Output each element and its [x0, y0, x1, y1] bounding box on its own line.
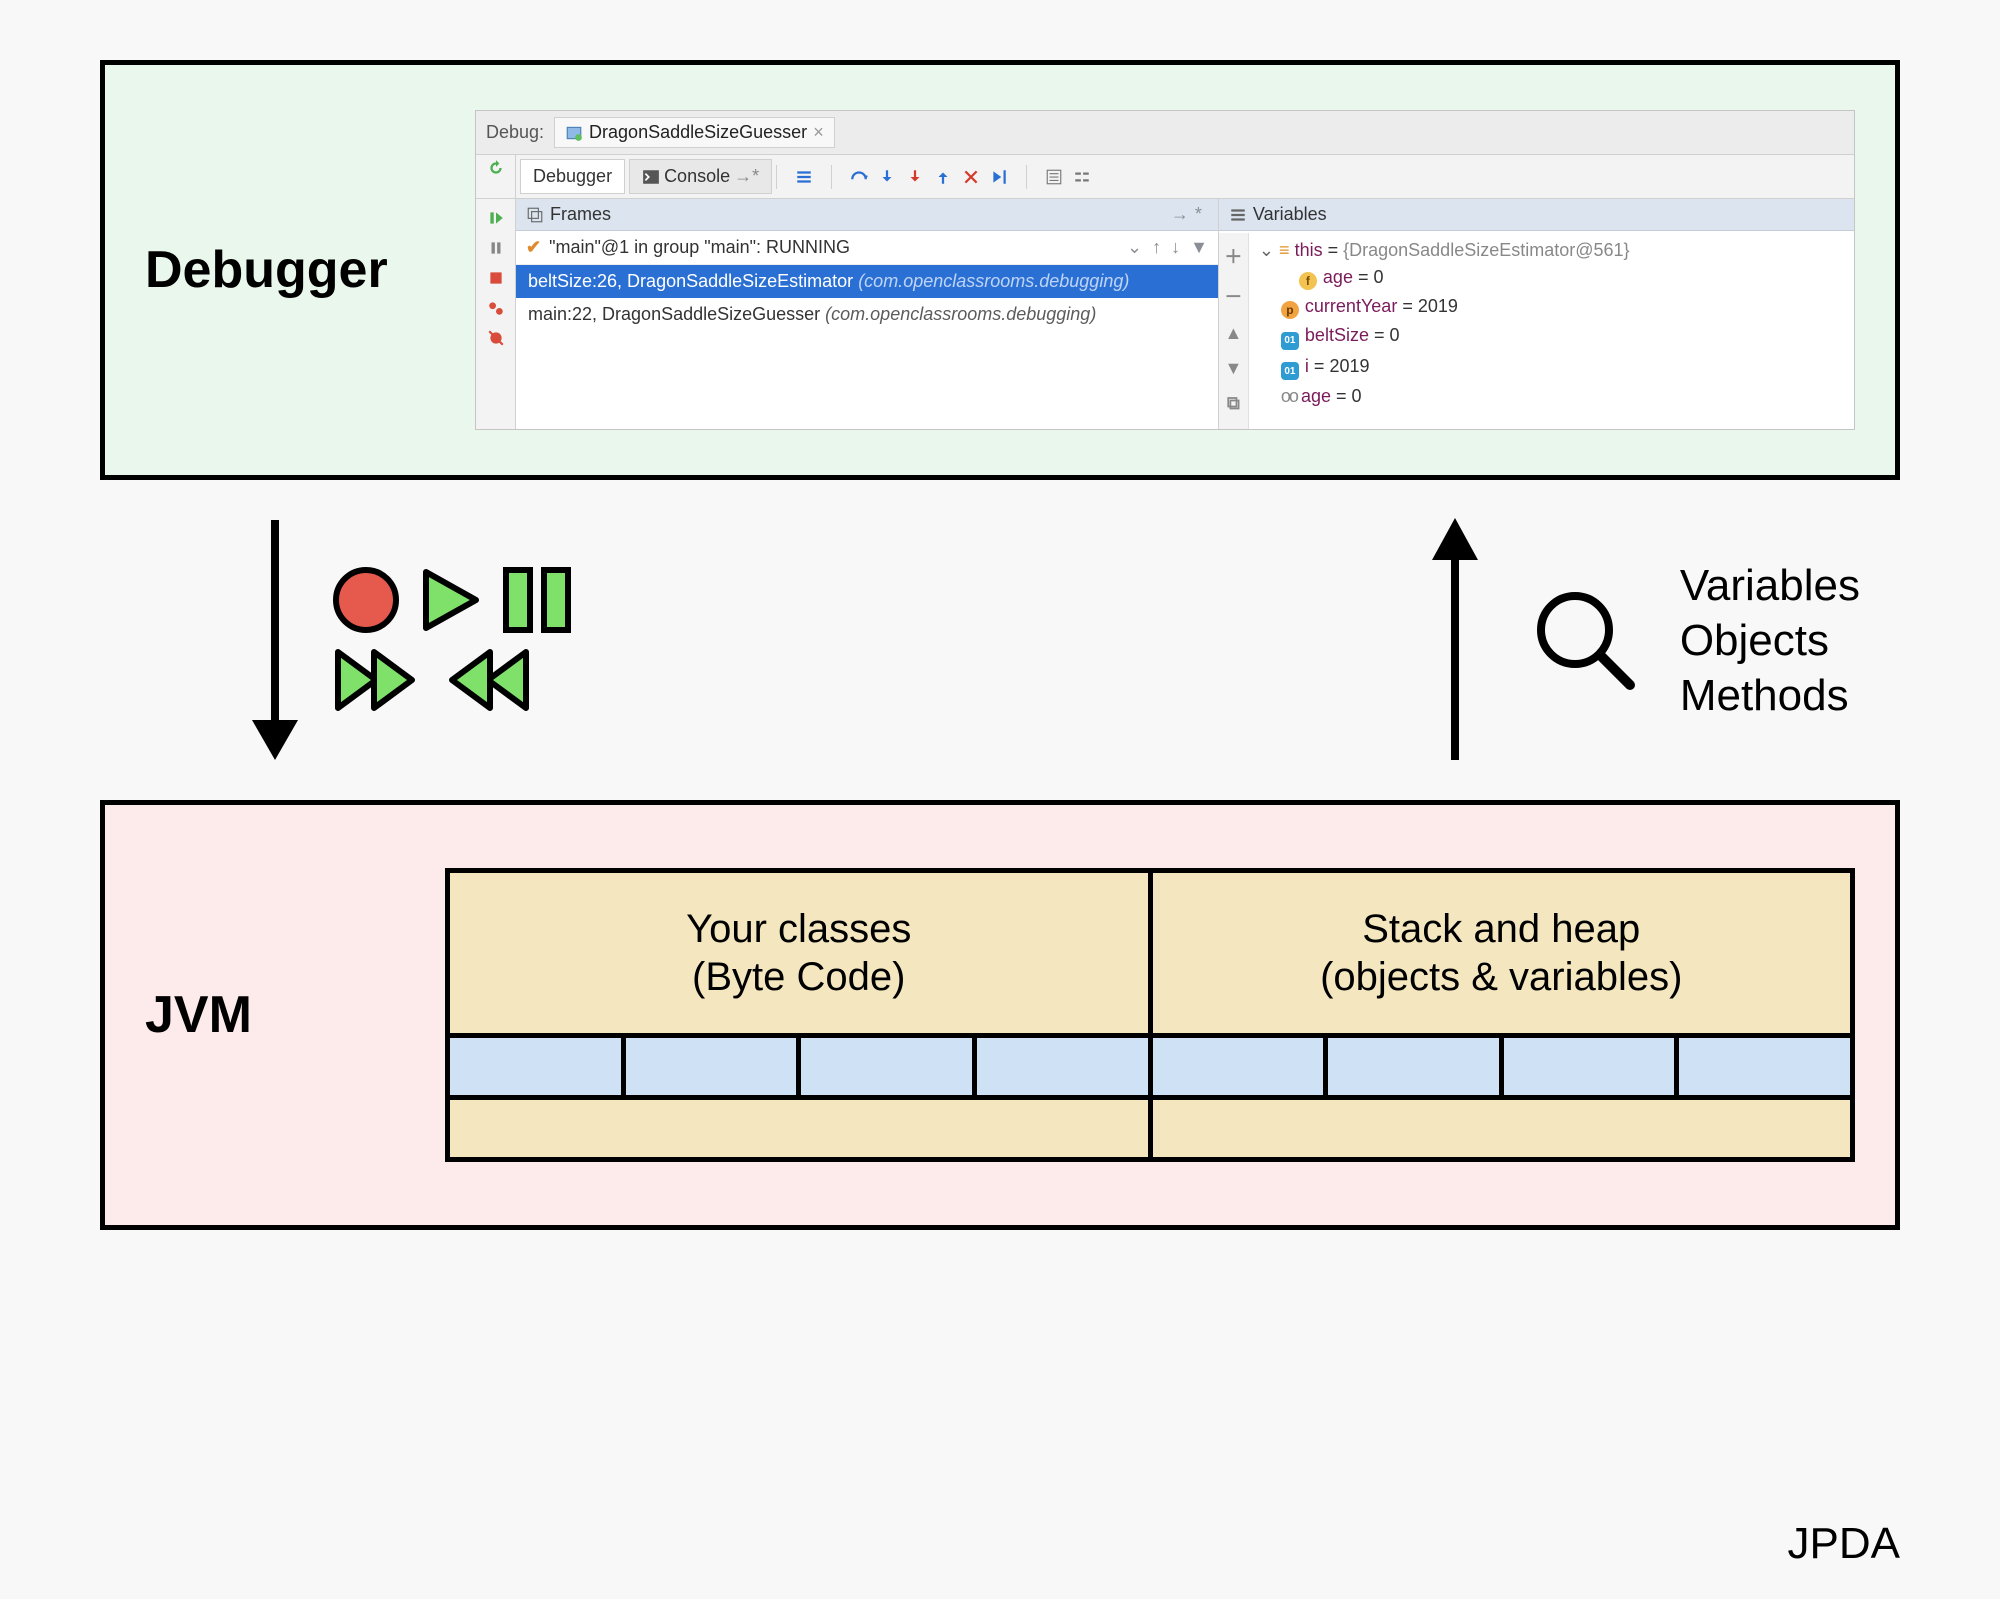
filter-icon[interactable]: ▼ [1190, 237, 1208, 258]
force-step-into-icon[interactable] [906, 168, 924, 186]
check-icon: ✔ [526, 237, 541, 258]
step-over-icon[interactable] [850, 168, 868, 186]
var-age-field[interactable]: fage = 0 [1259, 264, 1844, 293]
jvm-slabs [450, 1095, 1850, 1157]
resume-icon[interactable] [487, 209, 505, 227]
arrow-down [240, 510, 310, 770]
arrow-up [1420, 510, 1490, 770]
jvm-panel: JVM Your classes(Byte Code) Stack and he… [100, 800, 1900, 1230]
var-this[interactable]: ⌄ ≡ this = {DragonSaddleSizeEstimator@56… [1259, 237, 1844, 264]
debugger-title: Debugger [145, 240, 475, 300]
pause-bars-icon [498, 564, 578, 636]
step-into-icon[interactable] [878, 168, 896, 186]
frame-row[interactable]: main:22, DragonSaddleSizeGuesser (com.op… [516, 298, 1218, 331]
settings-icon[interactable] [1073, 168, 1091, 186]
jvm-title: JVM [145, 985, 405, 1045]
var-beltSize[interactable]: 01beltSize = 0 [1259, 322, 1844, 353]
frames-pane: Frames →* ✔ "main"@1 in group "main": RU… [516, 199, 1219, 429]
threads-icon[interactable] [795, 168, 813, 186]
rerun-icon[interactable] [487, 159, 505, 177]
thread-selector[interactable]: ✔ "main"@1 in group "main": RUNNING ⌄ ↑ … [516, 231, 1218, 265]
drop-frame-icon[interactable] [962, 168, 980, 186]
ide-header: Debug: DragonSaddleSizeGuesser × [476, 111, 1854, 155]
jvm-heap-cell: Stack and heap(objects & variables) [1153, 873, 1851, 1033]
console-icon [642, 168, 660, 186]
mute-bp-icon[interactable] [487, 329, 505, 347]
inspect-labels: Variables Objects Methods [1680, 558, 1860, 723]
play-icon [414, 564, 486, 636]
move-down-icon[interactable]: ▼ [1225, 358, 1243, 379]
remove-watch-icon[interactable]: － [1224, 283, 1242, 309]
run-config-tab[interactable]: DragonSaddleSizeGuesser × [554, 117, 835, 148]
variables-label: Variables [1253, 204, 1327, 225]
side-controls [476, 199, 516, 429]
var-i[interactable]: 01i = 2019 [1259, 353, 1844, 384]
debug-label: Debug: [486, 122, 544, 143]
frame-row[interactable]: beltSize:26, DragonSaddleSizeEstimator (… [516, 265, 1218, 298]
rewind-icon [438, 644, 534, 716]
close-icon[interactable]: × [813, 122, 824, 143]
step-out-icon[interactable] [934, 168, 952, 186]
move-up-icon[interactable]: ▲ [1225, 323, 1243, 344]
copy-icon[interactable]: ⧉ [1227, 393, 1240, 414]
ide-toolbar: Debugger Console →* [476, 155, 1854, 199]
run-config-name: DragonSaddleSizeGuesser [589, 122, 807, 143]
breakpoints-icon[interactable] [487, 299, 505, 317]
add-watch-icon[interactable]: ＋ [1224, 243, 1242, 269]
tab-debugger[interactable]: Debugger [520, 159, 625, 194]
run-config-icon [565, 124, 583, 142]
next-frame-icon[interactable]: ↓ [1171, 237, 1180, 258]
evaluate-icon[interactable] [1045, 168, 1063, 186]
forward-icon [330, 644, 426, 716]
jpda-diagram: Debugger Debug: DragonSaddleSizeGuesser … [0, 0, 2000, 1599]
vars-icon [1229, 206, 1247, 224]
chevron-down-icon[interactable]: ⌄ [1127, 237, 1142, 258]
magnifier-icon [1530, 585, 1640, 695]
jpda-label: JPDA [1788, 1519, 1900, 1569]
glasses-icon: oo [1281, 386, 1297, 406]
ide-window: Debug: DragonSaddleSizeGuesser × Debugge… [475, 110, 1855, 430]
var-age-watch[interactable]: ooage = 0 [1259, 383, 1844, 410]
frames-label: Frames [550, 204, 611, 225]
variables-pane: Variables ＋ － ▲ ▼ ⧉ ⌄ ≡ this [1219, 199, 1854, 429]
debugger-panel: Debugger Debug: DragonSaddleSizeGuesser … [100, 60, 1900, 480]
stop-icon[interactable] [487, 269, 505, 287]
var-currentYear[interactable]: pcurrentYear = 2019 [1259, 293, 1844, 322]
jvm-classes-cell: Your classes(Byte Code) [450, 873, 1153, 1033]
jvm-table: Your classes(Byte Code) Stack and heap(o… [445, 868, 1855, 1162]
frames-icon [526, 206, 544, 224]
jvm-slots [450, 1033, 1850, 1095]
pause-icon[interactable] [487, 239, 505, 257]
record-icon [330, 564, 402, 636]
flow-arrows: Variables Objects Methods [100, 480, 1900, 800]
tab-console[interactable]: Console →* [629, 159, 772, 194]
frames-pane-menu[interactable]: →* [1171, 204, 1208, 225]
playback-controls [330, 564, 578, 716]
thread-status: "main"@1 in group "main": RUNNING [549, 237, 850, 258]
prev-frame-icon[interactable]: ↑ [1152, 237, 1161, 258]
run-to-cursor-icon[interactable] [990, 168, 1008, 186]
